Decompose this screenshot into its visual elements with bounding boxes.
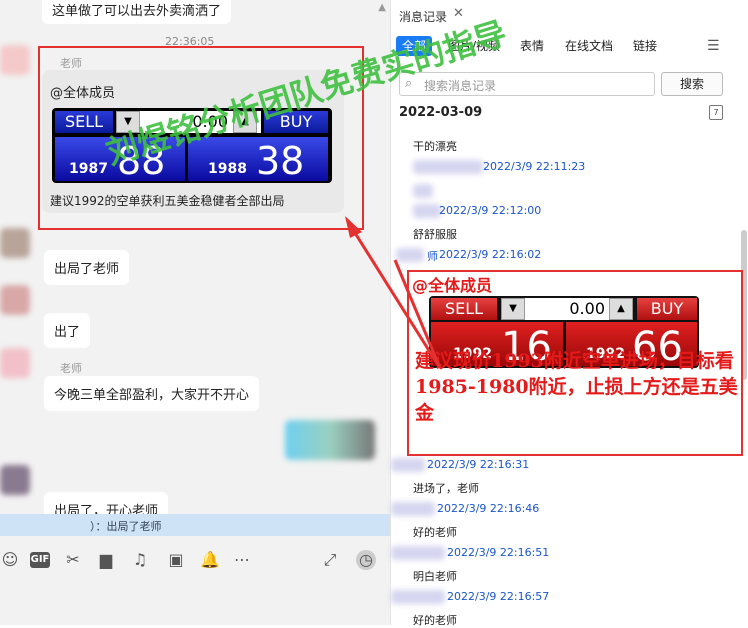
blurred-name: [396, 248, 424, 262]
message-text: 出了: [54, 325, 81, 340]
folder-icon[interactable]: ▆: [96, 550, 116, 570]
history-message: 好的老师: [413, 526, 457, 539]
blurred-name: [391, 546, 445, 560]
blurred-name: [391, 502, 435, 516]
history-message: 明白老师: [413, 570, 457, 583]
blurred-name: [413, 184, 433, 198]
lot-field: ▼ 0.00 ▲: [501, 298, 633, 320]
image-icon[interactable]: ▣: [166, 550, 186, 570]
blurred-name: [391, 458, 425, 472]
history-timestamp: 2022/3/9 22:16:02: [439, 248, 542, 261]
tab-emoji[interactable]: 表情: [520, 36, 544, 56]
sender-name: 老师: [60, 362, 82, 375]
history-icon[interactable]: ◷: [356, 550, 376, 570]
message-bubble: 这单做了可以出去外卖滴洒了: [42, 0, 232, 24]
message-bubble: 出局了老师: [44, 250, 130, 285]
emoji-icon[interactable]: ☺: [0, 550, 20, 570]
input-toolbar: ☺ GIF ✂ ▆ ♫ ▣ 🔔 ⋯ ⤢ ◷: [0, 540, 390, 580]
date-header: 2022-03-09: [399, 105, 483, 120]
reply-preview[interactable]: ）：出局了老师: [0, 514, 390, 536]
music-icon[interactable]: ♫: [130, 550, 150, 570]
chevron-up-icon: ▲: [609, 298, 633, 320]
avatar[interactable]: [0, 465, 30, 495]
chevron-up-icon[interactable]: ▲: [378, 2, 386, 13]
tab-links[interactable]: 链接: [633, 36, 657, 56]
history-timestamp: 2022/3/9 22:16:51: [447, 546, 550, 559]
blurred-name: [413, 160, 483, 174]
blurred-name: [413, 204, 441, 218]
search-button[interactable]: 搜索: [661, 72, 723, 96]
avatar[interactable]: [0, 285, 30, 315]
search-input[interactable]: 搜索消息记录: [399, 72, 655, 96]
history-message: 干的漂亮: [413, 140, 457, 153]
avatar[interactable]: [0, 45, 30, 75]
panel-title: 消息记录: [399, 10, 448, 24]
sell-button: SELL: [431, 298, 497, 320]
history-timestamp: 2022/3/9 22:16:31: [427, 458, 530, 471]
message-bubble: 出了: [44, 313, 91, 348]
history-timestamp: 2022/3/9 22:11:23: [483, 160, 586, 173]
avatar[interactable]: [0, 348, 30, 378]
bell-icon[interactable]: 🔔: [200, 550, 220, 570]
scissors-icon[interactable]: ✂: [63, 550, 83, 570]
message-bubble: 今晚三单全部盈利，大家开不开心: [44, 376, 260, 411]
tab-docs[interactable]: 在线文档: [565, 36, 613, 56]
filter-icon[interactable]: ☰: [707, 38, 720, 54]
history-timestamp: 2022/3/9 22:16:46: [437, 502, 540, 515]
chevron-down-icon: ▼: [501, 298, 525, 320]
history-timestamp: 2022/3/9 22:16:57: [447, 590, 550, 603]
history-timestamp: 2022/3/9 22:12:00: [439, 204, 542, 217]
history-message: 好的老师: [413, 614, 457, 627]
blurred-name: [391, 590, 445, 604]
more-icon[interactable]: ⋯: [232, 550, 252, 570]
history-message: 舒舒服服: [413, 228, 457, 241]
message-text: 出局了老师: [54, 262, 120, 277]
lot-value: 0.00: [569, 299, 605, 318]
annotation-mention: @全体成员: [412, 276, 493, 295]
message-text: 今晚三单全部盈利，大家开不开心: [54, 388, 250, 403]
annotation-text: 建议现价1993附近空单进场，目标看1985-1980附近，止损上方还是五美金: [415, 350, 738, 424]
history-message: 进场了，老师: [413, 482, 479, 495]
annotation-box: @全体成员 SELL ▼ 0.00 ▲ BUY 1992 16 1992 66 …: [407, 270, 743, 456]
avatar[interactable]: [0, 228, 30, 258]
history-sender-suffix: 师: [427, 250, 438, 263]
expand-icon[interactable]: ⤢: [320, 550, 340, 570]
image-thumbnail[interactable]: [285, 420, 375, 460]
gif-icon[interactable]: GIF: [30, 552, 50, 568]
reply-text: ）：出局了老师: [90, 520, 162, 533]
calendar-icon[interactable]: 7: [709, 105, 723, 120]
message-text: 这单做了可以出去外卖滴洒了: [52, 4, 222, 19]
buy-button: BUY: [637, 298, 697, 320]
